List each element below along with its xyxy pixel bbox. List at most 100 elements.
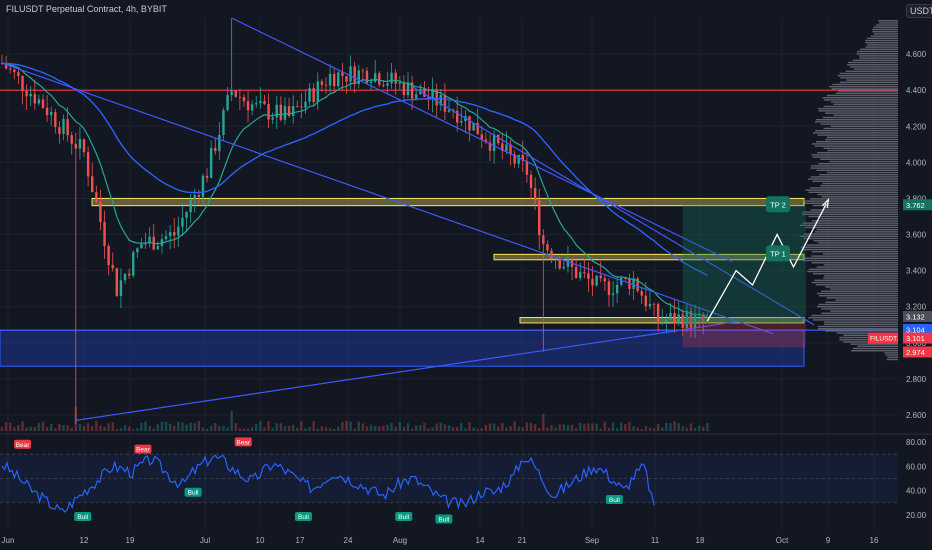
time-tick-label: 10 bbox=[256, 536, 265, 545]
volume-profile-bar bbox=[827, 171, 898, 174]
volume-profile-bar bbox=[823, 275, 898, 277]
volume-bar bbox=[513, 421, 516, 431]
candle-body bbox=[337, 72, 340, 87]
time-tick-label: Oct bbox=[776, 536, 789, 545]
volume-profile-bar bbox=[814, 231, 898, 233]
volume-bar bbox=[136, 428, 139, 431]
volume-profile-bar bbox=[805, 226, 898, 229]
signal-label: Bull bbox=[298, 514, 309, 521]
volume-profile-bar bbox=[820, 185, 898, 187]
volume-bar bbox=[197, 421, 201, 431]
volume-profile-bar bbox=[823, 127, 898, 130]
candle-body bbox=[460, 121, 463, 123]
volume-bar bbox=[382, 425, 385, 431]
volume-profile-bar bbox=[867, 37, 898, 39]
candle-body bbox=[611, 293, 615, 296]
candle-body bbox=[238, 96, 242, 98]
volume-bar bbox=[21, 421, 24, 431]
candle-body bbox=[201, 175, 205, 197]
volume-bar bbox=[41, 421, 45, 431]
volume-profile-bar bbox=[817, 134, 898, 136]
candle-body bbox=[50, 112, 53, 116]
candle-body bbox=[86, 152, 90, 177]
candle-body bbox=[267, 103, 270, 120]
time-tick-label: 19 bbox=[126, 536, 135, 545]
time-tick-label: 16 bbox=[870, 536, 879, 545]
volume-bar bbox=[373, 426, 377, 431]
volume-bar bbox=[230, 410, 233, 431]
candle-body bbox=[492, 134, 496, 151]
rsi-tick-label: 80.00 bbox=[906, 438, 927, 447]
volume-bar bbox=[386, 424, 389, 431]
volume-profile-bar bbox=[872, 31, 898, 33]
volume-bar bbox=[661, 427, 664, 431]
volume-profile-bar bbox=[813, 319, 898, 321]
bull-signal: Bull bbox=[294, 512, 312, 522]
volume-bar bbox=[33, 427, 37, 431]
candle-body bbox=[554, 258, 557, 260]
time-tick-label: 17 bbox=[296, 536, 305, 545]
candle-body bbox=[99, 202, 102, 222]
volume-bar bbox=[218, 425, 221, 431]
candle-body bbox=[259, 100, 262, 104]
volume-profile-bar bbox=[825, 301, 898, 303]
candle-body bbox=[263, 100, 266, 104]
volume-profile-bar bbox=[813, 240, 898, 242]
currency-unit[interactable]: USDT bbox=[906, 4, 932, 18]
volume-bar bbox=[29, 426, 32, 431]
volume-profile-bar bbox=[845, 70, 898, 72]
volume-bar bbox=[152, 428, 155, 431]
candle-body bbox=[119, 280, 123, 296]
candle-body bbox=[111, 265, 114, 269]
volume-profile-bar bbox=[803, 233, 898, 235]
signal-label: Bull bbox=[77, 514, 88, 521]
candle-body bbox=[542, 235, 545, 245]
candle-body bbox=[107, 246, 110, 266]
volume-profile-bar bbox=[803, 200, 898, 202]
volume-bar bbox=[656, 423, 660, 431]
rsi-tick-label: 40.00 bbox=[906, 487, 927, 496]
volume-profile-bar bbox=[822, 116, 898, 119]
candle-body bbox=[275, 104, 278, 118]
candle-body bbox=[45, 107, 49, 116]
target-zone bbox=[682, 205, 806, 325]
volume-profile-bar bbox=[811, 165, 898, 167]
volume-bar bbox=[673, 421, 676, 431]
volume-profile-bar bbox=[873, 26, 898, 28]
volume-profile-bar bbox=[820, 158, 898, 160]
price-tick-label: 4.600 bbox=[906, 50, 927, 59]
candle-body bbox=[382, 84, 385, 86]
volume-profile-bar bbox=[837, 75, 898, 77]
candle-body bbox=[173, 232, 176, 236]
candle-body bbox=[279, 104, 283, 120]
volume-profile-bar bbox=[832, 83, 898, 86]
candle-body bbox=[21, 75, 24, 91]
candle-body bbox=[538, 200, 541, 236]
candle-body bbox=[480, 134, 484, 140]
candle-body bbox=[468, 116, 471, 131]
volume-bar bbox=[706, 422, 709, 431]
candle-body bbox=[37, 99, 41, 104]
volume-bar bbox=[595, 423, 598, 431]
volume-bar bbox=[611, 422, 615, 431]
volume-profile-bar bbox=[818, 108, 898, 110]
volume-bar bbox=[460, 423, 463, 431]
volume-bar bbox=[398, 422, 401, 431]
volume-bar bbox=[607, 427, 611, 431]
price-label: 2.974 bbox=[906, 348, 925, 357]
candle-body bbox=[369, 81, 373, 84]
candle-body bbox=[74, 143, 78, 149]
volume-bar bbox=[419, 425, 422, 431]
volume-bar bbox=[173, 425, 176, 431]
volume-profile-bar bbox=[821, 196, 898, 198]
candle-body bbox=[164, 236, 168, 240]
volume-profile-bar bbox=[865, 39, 898, 42]
candle-body bbox=[29, 93, 32, 97]
candle-body bbox=[226, 95, 229, 111]
volume-profile-bar bbox=[811, 314, 898, 317]
volume-bar bbox=[316, 428, 319, 431]
volume-bar bbox=[168, 423, 172, 431]
volume-bar bbox=[238, 428, 242, 431]
candle-body bbox=[82, 139, 86, 153]
volume-bar bbox=[517, 426, 520, 431]
